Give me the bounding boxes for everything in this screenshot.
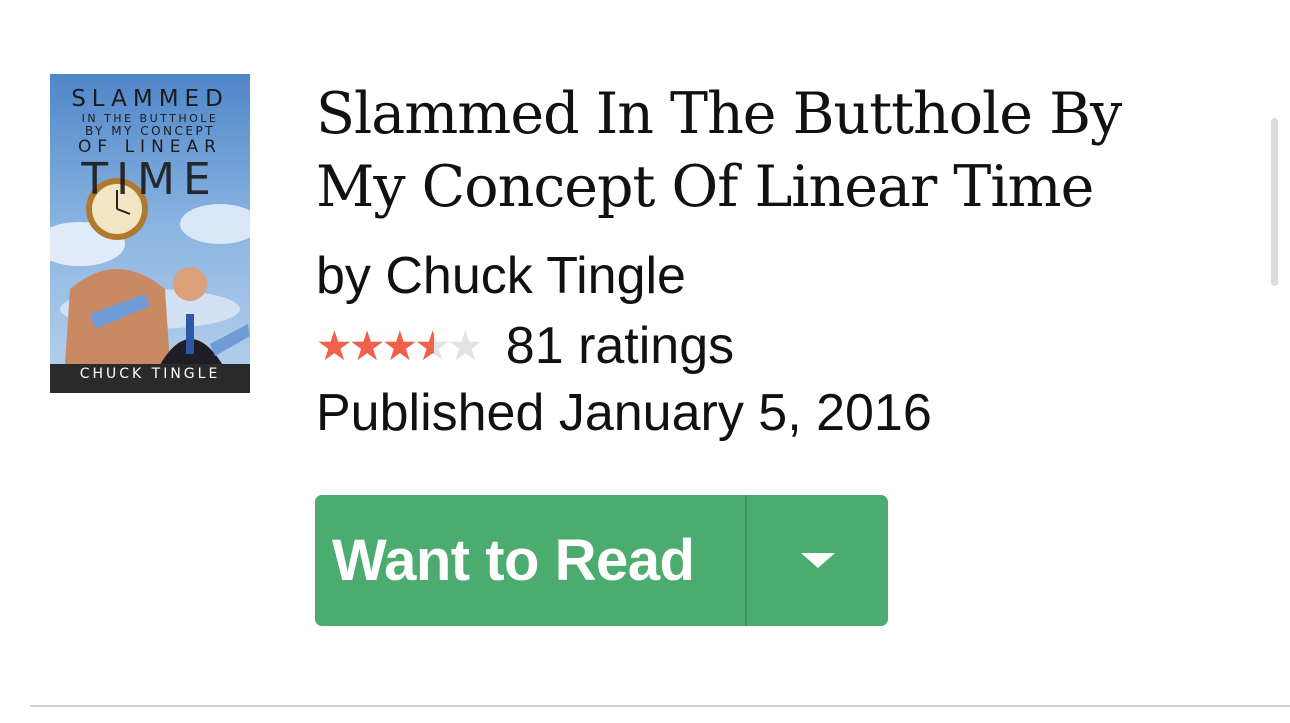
rating-row[interactable]: ★★★★★ ★★★★★ 81 ratings (316, 316, 734, 376)
book-details: Slammed In The Butthole By My Concept Of… (316, 78, 1216, 442)
cover-title-line-1: SLAMMED (71, 86, 229, 112)
book-title[interactable]: Slammed In The Butthole By My Concept Of… (316, 78, 1196, 224)
filled-stars-icon: ★★★★★ (316, 325, 434, 367)
caret-down-icon (800, 553, 835, 568)
publish-date: Published January 5, 2016 (316, 384, 932, 442)
book-cover-image[interactable]: SLAMMED IN THE BUTTHOLE BY MY CONCEPT OF… (50, 74, 250, 393)
book-author[interactable]: by Chuck Tingle (316, 246, 686, 306)
cover-author: CHUCK TINGLE (80, 366, 221, 382)
divider (30, 705, 1290, 707)
want-to-read-button-group: Want to Read (315, 495, 888, 626)
cover-title-line-5: TIME (80, 154, 219, 205)
ratings-count: 81 ratings (505, 317, 735, 375)
scrollbar[interactable] (1271, 118, 1278, 286)
star-rating: ★★★★★ ★★★★★ (316, 325, 484, 367)
cover-title-line-3: BY MY CONCEPT (85, 124, 215, 138)
want-to-read-button[interactable]: Want to Read (315, 495, 747, 626)
shelf-dropdown-button[interactable] (747, 495, 888, 626)
